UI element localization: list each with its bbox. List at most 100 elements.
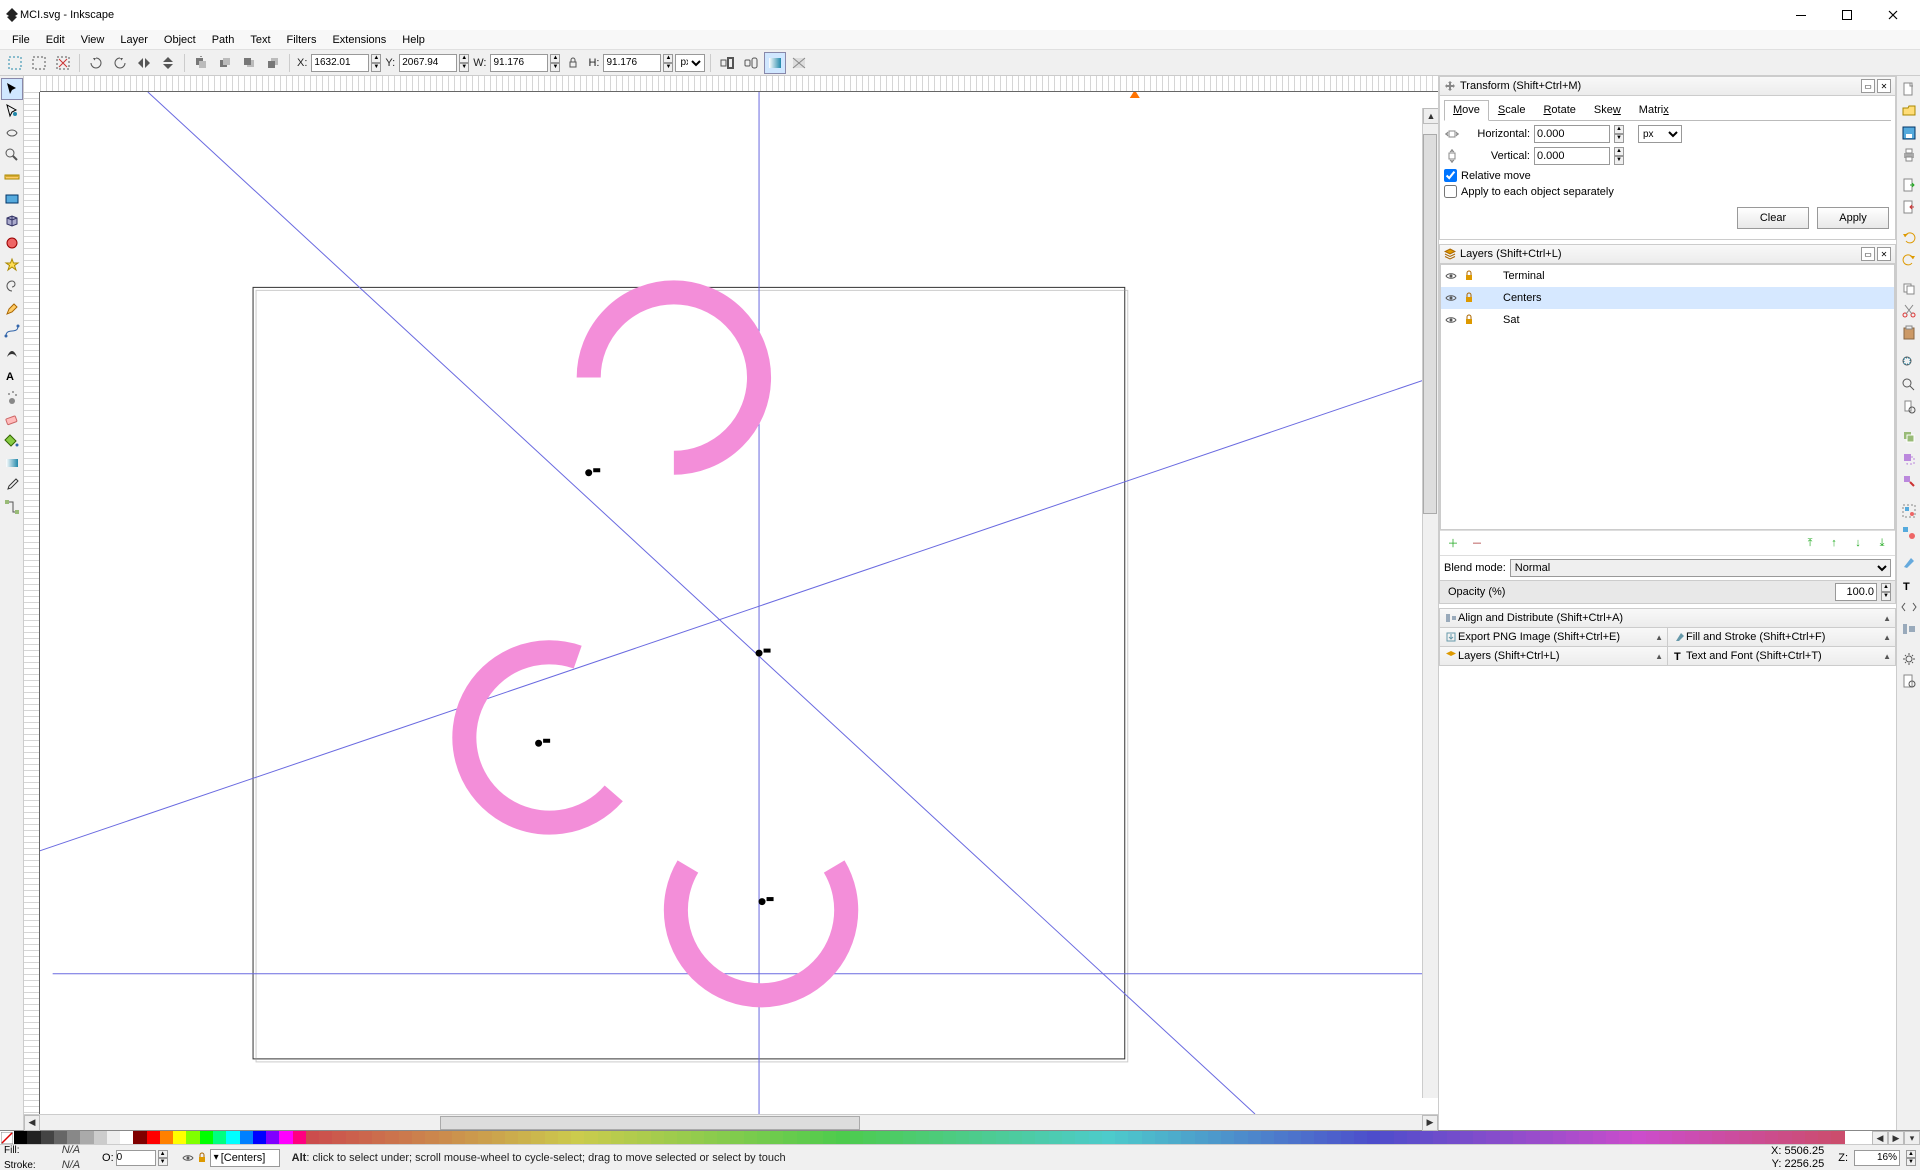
- color-swatch[interactable]: [1075, 1131, 1088, 1144]
- color-swatch[interactable]: [704, 1131, 717, 1144]
- tf-h-spin[interactable]: ▲▼: [1614, 125, 1624, 143]
- text-dlg-icon[interactable]: T: [1898, 574, 1920, 596]
- color-swatch[interactable]: [1632, 1131, 1645, 1144]
- scale-corners-toggle-icon[interactable]: [740, 52, 762, 74]
- lock-icon[interactable]: [1463, 314, 1475, 326]
- text-collapsed[interactable]: T Text and Font (Shift+Ctrl+T)▲: [1667, 646, 1896, 666]
- fillstroke-collapsed[interactable]: Fill and Stroke (Shift+Ctrl+F)▲: [1667, 627, 1896, 647]
- color-swatch[interactable]: [478, 1131, 491, 1144]
- color-swatch[interactable]: [611, 1131, 624, 1144]
- color-swatch[interactable]: [598, 1131, 611, 1144]
- color-swatch[interactable]: [1407, 1131, 1420, 1144]
- lower-icon[interactable]: [238, 52, 260, 74]
- color-swatch[interactable]: [1500, 1131, 1513, 1144]
- ruler-vertical[interactable]: [24, 92, 40, 1114]
- color-swatch[interactable]: [797, 1131, 810, 1144]
- color-swatch[interactable]: [1566, 1131, 1579, 1144]
- no-fill-swatch[interactable]: [0, 1131, 14, 1145]
- node-tool-icon[interactable]: [1, 100, 23, 122]
- move-gradient-toggle-icon[interactable]: [764, 52, 786, 74]
- color-swatch[interactable]: [1606, 1131, 1619, 1144]
- color-swatch[interactable]: [717, 1131, 730, 1144]
- color-swatch[interactable]: [1142, 1131, 1155, 1144]
- color-swatch[interactable]: [1672, 1131, 1685, 1144]
- color-swatch[interactable]: [1301, 1131, 1314, 1144]
- color-swatch[interactable]: [1805, 1131, 1818, 1144]
- layers-dock-icon[interactable]: ▭: [1861, 247, 1875, 261]
- color-swatch[interactable]: [1022, 1131, 1035, 1144]
- color-swatch[interactable]: [54, 1131, 67, 1144]
- export-icon[interactable]: [1898, 196, 1920, 218]
- color-swatch[interactable]: [982, 1131, 995, 1144]
- x-input[interactable]: [311, 54, 369, 72]
- color-swatch[interactable]: [1739, 1131, 1752, 1144]
- box3d-tool-icon[interactable]: [1, 210, 23, 232]
- color-swatch[interactable]: [691, 1131, 704, 1144]
- tf-unit-select[interactable]: px: [1638, 125, 1682, 143]
- zoom-draw-icon[interactable]: [1898, 374, 1920, 396]
- color-swatch[interactable]: [346, 1131, 359, 1144]
- color-swatch[interactable]: [1380, 1131, 1393, 1144]
- remove-layer-icon[interactable]: －: [1468, 534, 1486, 552]
- color-swatch[interactable]: [1460, 1131, 1473, 1144]
- group-icon[interactable]: [1898, 500, 1920, 522]
- layers-close-icon[interactable]: ✕: [1877, 247, 1891, 261]
- color-swatch[interactable]: [969, 1131, 982, 1144]
- print-icon[interactable]: [1898, 144, 1920, 166]
- tab-matrix[interactable]: Matrix: [1630, 100, 1678, 121]
- opacity-row[interactable]: Opacity (%) ▲▼: [1440, 580, 1895, 603]
- menu-path[interactable]: Path: [204, 32, 243, 48]
- color-swatch[interactable]: [306, 1131, 319, 1144]
- color-swatch[interactable]: [1155, 1131, 1168, 1144]
- color-swatch[interactable]: [120, 1131, 133, 1144]
- deselect-icon[interactable]: [52, 52, 74, 74]
- color-swatch[interactable]: [253, 1131, 266, 1144]
- move-pattern-toggle-icon[interactable]: [788, 52, 810, 74]
- color-swatch[interactable]: [810, 1131, 823, 1144]
- gradient-tool-icon[interactable]: [1, 452, 23, 474]
- tab-scale[interactable]: Scale: [1489, 100, 1535, 121]
- color-swatch[interactable]: [160, 1131, 173, 1144]
- eye-icon[interactable]: [1445, 292, 1457, 304]
- color-swatch[interactable]: [1115, 1131, 1128, 1144]
- color-swatch[interactable]: [1818, 1131, 1831, 1144]
- color-swatch[interactable]: [1102, 1131, 1115, 1144]
- ruler-horizontal[interactable]: [40, 76, 1438, 92]
- rect-tool-icon[interactable]: [1, 188, 23, 210]
- color-swatch[interactable]: [67, 1131, 80, 1144]
- menu-text[interactable]: Text: [242, 32, 278, 48]
- palette-left-icon[interactable]: ◀: [1872, 1131, 1888, 1145]
- color-swatch[interactable]: [1579, 1131, 1592, 1144]
- color-swatch[interactable]: [1725, 1131, 1738, 1144]
- zoom-spin[interactable]: ▲▼: [1906, 1150, 1916, 1166]
- layers-header[interactable]: Layers (Shift+Ctrl+L) ▭ ✕: [1439, 244, 1896, 264]
- menu-extensions[interactable]: Extensions: [324, 32, 394, 48]
- pencil-tool-icon[interactable]: [1, 298, 23, 320]
- color-swatch[interactable]: [147, 1131, 160, 1144]
- opacity-status-input[interactable]: [116, 1150, 156, 1166]
- menu-edit[interactable]: Edit: [38, 32, 73, 48]
- lock-icon[interactable]: [1463, 270, 1475, 282]
- menu-help[interactable]: Help: [394, 32, 433, 48]
- apply-each-check[interactable]: Apply to each object separately: [1444, 185, 1891, 198]
- select-all-icon[interactable]: [28, 52, 50, 74]
- color-swatch[interactable]: [1128, 1131, 1141, 1144]
- color-swatch[interactable]: [651, 1131, 664, 1144]
- color-swatch[interactable]: [1195, 1131, 1208, 1144]
- redo-icon[interactable]: [1898, 248, 1920, 270]
- relative-move-check[interactable]: Relative move: [1444, 169, 1891, 182]
- open-doc-icon[interactable]: [1898, 100, 1920, 122]
- duplicate-icon[interactable]: [1898, 426, 1920, 448]
- color-swatch[interactable]: [744, 1131, 757, 1144]
- color-swatch[interactable]: [14, 1131, 27, 1144]
- color-swatch[interactable]: [1274, 1131, 1287, 1144]
- color-swatch[interactable]: [1659, 1131, 1672, 1144]
- menu-object[interactable]: Object: [156, 32, 204, 48]
- color-swatch[interactable]: [637, 1131, 650, 1144]
- color-swatch[interactable]: [1049, 1131, 1062, 1144]
- zoom-sel-icon[interactable]: [1898, 352, 1920, 374]
- color-swatch[interactable]: [1035, 1131, 1048, 1144]
- color-swatch[interactable]: [943, 1131, 956, 1144]
- close-panel-icon[interactable]: ✕: [1877, 79, 1891, 93]
- ungroup-icon[interactable]: [1898, 522, 1920, 544]
